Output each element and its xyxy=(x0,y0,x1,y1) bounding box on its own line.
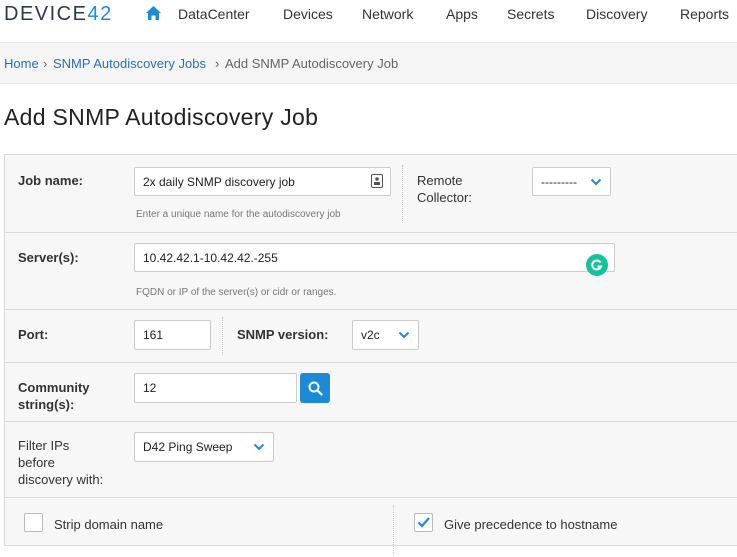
community-label: Community xyxy=(18,380,90,395)
top-nav: DEVICE42 DataCenter Devices Network Apps… xyxy=(0,0,737,42)
job-name-help: Enter a unique name for the autodiscover… xyxy=(136,209,341,220)
snmp-version-value: v2c xyxy=(361,328,380,342)
filter-ips-label-2: before xyxy=(18,455,55,470)
page-title: Add SNMP Autodiscovery Job xyxy=(4,104,319,130)
servers-input[interactable]: 10.42.42.1-10.42.42.-255 xyxy=(134,243,615,272)
snmp-job-form: Job name: 2x daily SNMP discovery job En… xyxy=(4,154,737,555)
hostname-precedence-label: Give precedence to hostname xyxy=(444,517,618,532)
snmp-version-select[interactable]: v2c xyxy=(352,320,419,350)
chevron-down-icon xyxy=(398,331,410,339)
servers-label: Server(s): xyxy=(18,250,79,265)
nav-discovery[interactable]: Discovery xyxy=(586,6,647,22)
community-search-button[interactable] xyxy=(300,373,330,403)
nav-datacenter[interactable]: DataCenter xyxy=(178,6,250,22)
strip-domain-label: Strip domain name xyxy=(54,517,164,532)
job-name-input[interactable]: 2x daily SNMP discovery job xyxy=(134,167,391,196)
community-label-2: string(s): xyxy=(18,397,75,412)
port-value: 161 xyxy=(143,328,164,342)
job-name-row: Job name: 2x daily SNMP discovery job En… xyxy=(5,155,737,233)
breadcrumb-current: Add SNMP Autodiscovery Job xyxy=(225,56,399,71)
breadcrumb-separator: › xyxy=(43,56,48,71)
remote-collector-value: --------- xyxy=(541,174,577,189)
breadcrumb-home[interactable]: Home xyxy=(4,56,39,71)
column-divider xyxy=(402,165,403,223)
port-label: Port: xyxy=(18,327,49,342)
id-card-icon xyxy=(371,174,383,188)
chevron-down-icon xyxy=(253,443,265,451)
port-row: Port: 161 SNMP version: v2c xyxy=(5,309,737,363)
nav-devices[interactable]: Devices xyxy=(283,6,333,22)
remote-collector-select[interactable]: --------- xyxy=(532,167,611,196)
logo-prefix: DEVICE xyxy=(4,3,88,25)
strip-domain-checkbox[interactable] xyxy=(24,513,43,532)
logo-suffix: 42 xyxy=(87,3,113,25)
hostname-precedence-checkbox[interactable] xyxy=(414,513,433,532)
chevron-down-icon xyxy=(590,178,602,185)
nav-reports[interactable]: Reports xyxy=(680,6,729,22)
nav-network[interactable]: Network xyxy=(362,6,413,22)
job-name-value: 2x daily SNMP discovery job xyxy=(143,174,295,189)
snmp-version-label: SNMP version: xyxy=(237,327,329,342)
breadcrumb-separator: › xyxy=(215,56,220,71)
breadcrumb: Home › SNMP Autodiscovery Jobs › Add SNM… xyxy=(0,42,737,84)
servers-row: Server(s): 10.42.42.1-10.42.42.-255 FQDN… xyxy=(5,232,737,310)
servers-value: 10.42.42.1-10.42.42.-255 xyxy=(143,250,278,265)
community-row: Community string(s): 12 xyxy=(5,362,737,422)
nav-secrets[interactable]: Secrets xyxy=(507,6,554,22)
grammarly-icon[interactable] xyxy=(586,254,608,276)
filter-ips-select[interactable]: D42 Ping Sweep xyxy=(134,432,274,462)
options-row: Strip domain name Give precedence to hos… xyxy=(5,497,737,557)
filter-ips-value: D42 Ping Sweep xyxy=(143,440,233,454)
filter-ips-label-3: discovery with: xyxy=(18,472,104,487)
community-value: 12 xyxy=(143,381,157,395)
column-divider xyxy=(393,505,394,555)
column-divider xyxy=(222,317,223,355)
device42-logo[interactable]: DEVICE42 xyxy=(4,3,113,26)
search-icon xyxy=(308,381,323,396)
community-input[interactable]: 12 xyxy=(134,373,297,403)
filter-ips-row: Filter IPs before discovery with: D42 Pi… xyxy=(5,421,737,498)
port-input[interactable]: 161 xyxy=(134,320,211,350)
nav-apps[interactable]: Apps xyxy=(446,6,478,22)
job-name-label: Job name: xyxy=(18,173,84,188)
breadcrumb-snmp-jobs[interactable]: SNMP Autodiscovery Jobs xyxy=(53,56,206,71)
home-icon[interactable] xyxy=(145,5,162,22)
remote-collector-label: Remote xyxy=(417,173,463,188)
checkmark-icon xyxy=(417,517,430,528)
filter-ips-label: Filter IPs xyxy=(18,438,70,453)
servers-help: FQDN or IP of the server(s) or cidr or r… xyxy=(136,287,337,298)
remote-collector-label-2: Collector: xyxy=(417,190,472,205)
